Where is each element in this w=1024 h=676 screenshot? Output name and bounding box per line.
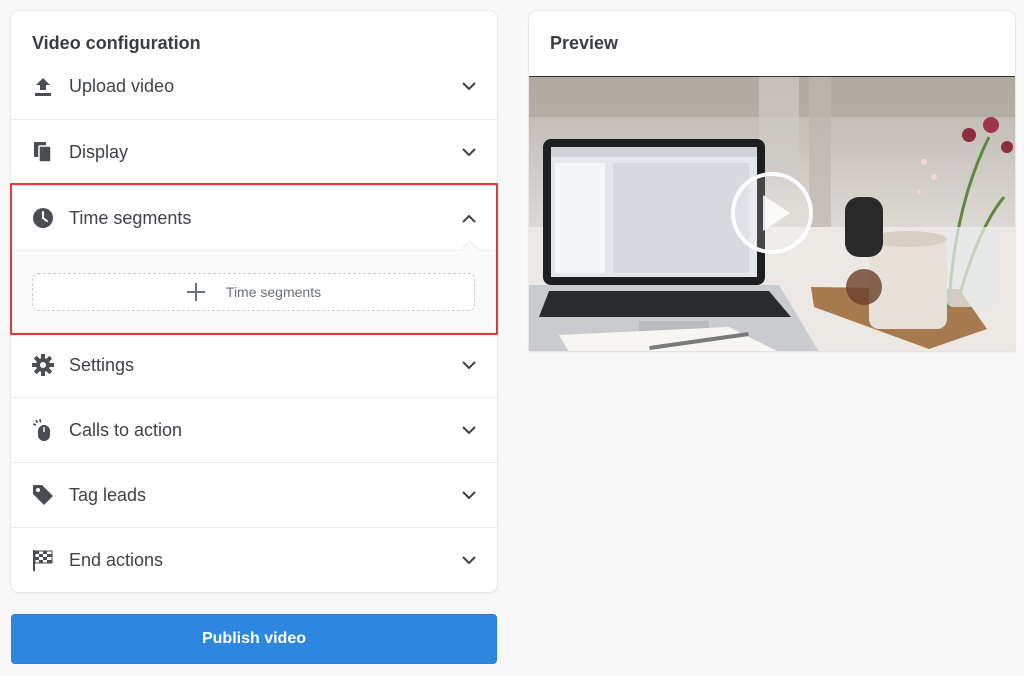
chevron-down-icon <box>462 145 476 159</box>
plus-icon <box>186 282 206 302</box>
section-label: Calls to action <box>69 419 183 440</box>
preview-panel: Preview <box>529 11 1015 351</box>
section-label: Tag leads <box>69 484 147 505</box>
chevron-down-icon <box>462 423 476 437</box>
chevron-up-icon <box>462 211 476 225</box>
section-label: Settings <box>69 354 135 375</box>
upload-icon <box>32 76 54 98</box>
gear-icon <box>32 354 54 376</box>
add-time-segment-label: Time segments <box>225 284 322 300</box>
chevron-down-icon <box>462 358 476 372</box>
section-label: Time segments <box>69 207 192 228</box>
preview-title: Preview <box>550 33 619 53</box>
panel-title: Video configuration <box>32 33 201 53</box>
section-calls-to-action[interactable]: Calls to action <box>11 397 497 462</box>
section-label: Upload video <box>69 76 175 96</box>
video-configuration-panel: Video configuration Upload video Display… <box>11 11 497 592</box>
tag-icon <box>32 484 54 506</box>
section-label: Display <box>69 141 129 162</box>
section-upload-video[interactable]: Upload video <box>11 54 497 119</box>
play-icon[interactable] <box>730 171 814 255</box>
section-end-actions[interactable]: End actions <box>11 527 497 592</box>
chevron-down-icon <box>462 80 476 94</box>
chevron-down-icon <box>462 488 476 502</box>
section-display[interactable]: Display <box>11 119 497 184</box>
add-time-segment-button[interactable]: Time segments <box>32 273 475 311</box>
time-segments-content: Time segments <box>11 240 497 336</box>
chevron-down-icon <box>462 553 476 567</box>
copy-icon <box>32 141 54 163</box>
section-settings[interactable]: Settings <box>11 332 497 397</box>
mouse-icon <box>32 419 54 441</box>
publish-video-button[interactable]: Publish video <box>11 614 497 664</box>
section-label: End actions <box>69 549 164 570</box>
clock-icon <box>32 207 54 229</box>
video-player[interactable] <box>529 76 1015 351</box>
checkered-flag-icon <box>32 549 54 571</box>
section-tag-leads[interactable]: Tag leads <box>11 462 497 527</box>
section-time-segments[interactable]: Time segments <box>11 185 497 250</box>
